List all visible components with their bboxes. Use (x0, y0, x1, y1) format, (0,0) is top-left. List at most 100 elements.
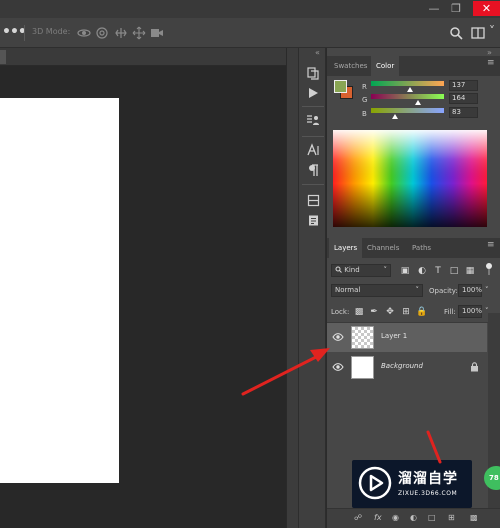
smart-object-filter-icon[interactable]: ▦ (464, 265, 476, 277)
channel-b-slider[interactable] (371, 108, 444, 113)
fill-field[interactable]: 100% (458, 305, 482, 318)
search-icon[interactable] (448, 25, 464, 41)
lock-transparent-icon[interactable]: ▩ (353, 306, 365, 318)
watermark-title: 溜溜自学 (398, 471, 458, 487)
options-bar: ••• 3D Mode: ˅ (0, 18, 500, 48)
foreground-color-swatch[interactable] (334, 80, 347, 93)
character-panel-icon[interactable] (302, 140, 324, 160)
channel-g-slider[interactable] (371, 94, 444, 99)
tab-color[interactable]: Color (371, 56, 400, 76)
watermark-url: ZIXUE.3D66.COM (398, 490, 458, 497)
document-tab[interactable] (0, 50, 6, 64)
slide-3d-icon[interactable] (131, 25, 147, 41)
adjustment-icon[interactable]: ◐ (410, 513, 417, 522)
mask-icon[interactable]: ◉ (392, 513, 399, 522)
layer-name[interactable]: Layer 1 (381, 332, 407, 340)
orbit-3d-icon[interactable] (76, 25, 92, 41)
channel-b-value[interactable]: 83 (449, 107, 478, 118)
fill-label: Fill: (444, 308, 456, 316)
opacity-field[interactable]: 100% (458, 284, 482, 297)
strip-divider (302, 136, 324, 137)
options-separator (24, 25, 25, 41)
strip-divider (302, 106, 324, 107)
channel-g-label: G (362, 96, 368, 104)
layer-filter-value: Kind (344, 266, 360, 274)
canvas-area[interactable] (0, 66, 286, 528)
group-icon[interactable]: □ (428, 513, 436, 522)
minimize-icon[interactable]: — (425, 1, 443, 16)
lock-image-icon[interactable]: ✒ (368, 306, 380, 318)
libraries-panel-icon[interactable] (302, 190, 324, 210)
window-title-bar: — ❐ ✕ (0, 0, 500, 18)
channel-g-thumb[interactable] (414, 100, 421, 105)
type-filter-icon[interactable]: T (432, 265, 444, 277)
pixel-filter-icon[interactable]: ▣ (399, 265, 411, 277)
channel-r-slider[interactable] (371, 81, 444, 86)
layer-row-layer-1[interactable]: Layer 1 (327, 323, 487, 352)
color-spectrum[interactable] (333, 130, 487, 227)
document-canvas[interactable] (0, 98, 119, 483)
scale-3d-video-icon[interactable] (149, 25, 165, 41)
visibility-eye-icon[interactable] (332, 362, 344, 372)
photoshop-window: — ❐ ✕ ••• 3D Mode: ˅ « » Swatches Color … (0, 0, 500, 528)
layer-thumbnail-transparent (351, 326, 374, 349)
tab-layers[interactable]: Layers (329, 238, 363, 258)
layers-panel-tabs: Layers Channels Paths ≡ (327, 238, 500, 258)
shape-filter-icon[interactable]: □ (448, 265, 460, 277)
link-icon[interactable]: ☍ (354, 513, 362, 522)
color-panel-tabs: Swatches Color ≡ (327, 56, 500, 76)
visibility-eye-icon[interactable] (332, 332, 344, 342)
fx-icon[interactable]: fx (374, 513, 382, 522)
opacity-dropdown-icon[interactable]: ˅ (485, 286, 489, 294)
layers-bottom-toolbar: ☍ fx ◉ ◐ □ ⊞ ▩ (327, 508, 500, 528)
restore-icon[interactable]: ❐ (447, 1, 465, 16)
close-icon[interactable]: ✕ (473, 1, 500, 16)
chevron-down-icon: ˅ (383, 266, 388, 274)
right-panel-dock: » Swatches Color ≡ R 137 G 164 B 83 Laye… (327, 48, 500, 528)
properties-panel-icon[interactable] (302, 110, 324, 130)
search-icon (335, 266, 342, 273)
layer-row-background[interactable]: Background (327, 353, 487, 382)
canvas-scrollbar[interactable] (286, 48, 298, 528)
drag-3d-icon[interactable] (113, 25, 129, 41)
lock-label: Lock: (331, 308, 350, 316)
tab-channels[interactable]: Channels (362, 238, 404, 258)
lock-all-icon[interactable]: 🔒 (416, 306, 428, 318)
channel-g-value[interactable]: 164 (449, 93, 478, 104)
layer-thumbnail-white (351, 356, 374, 379)
blend-mode-select[interactable]: Normal ˅ (331, 284, 423, 297)
layers-scrollbar[interactable] (488, 313, 500, 528)
channel-r-label: R (362, 83, 367, 91)
document-tab-strip (0, 48, 298, 66)
roll-3d-icon[interactable] (94, 25, 110, 41)
collapse-chevron-icon[interactable]: « (315, 48, 320, 57)
chevron-down-icon: ˅ (415, 286, 420, 294)
lock-icon (471, 362, 478, 372)
workspace-dropdown-icon[interactable]: ˅ (489, 24, 495, 38)
history-panel-icon[interactable] (302, 63, 324, 83)
filter-toggle-icon[interactable] (484, 262, 494, 276)
more-options-button[interactable]: ••• (2, 24, 27, 40)
play-actions-icon[interactable] (302, 83, 324, 103)
workspace-icon[interactable] (470, 25, 486, 41)
layer-filter-select[interactable]: Kind ˅ (331, 264, 391, 277)
mode-3d-label: 3D Mode: (32, 27, 71, 36)
adjustment-filter-icon[interactable]: ◐ (416, 265, 428, 277)
color-panel: R 137 G 164 B 83 (327, 76, 500, 246)
channel-r-value[interactable]: 137 (449, 80, 478, 91)
trash-icon[interactable]: ▩ (470, 513, 478, 522)
lock-position-icon[interactable]: ✥ (384, 306, 396, 318)
channel-b-thumb[interactable] (391, 114, 398, 119)
paragraph-panel-icon[interactable] (302, 160, 324, 180)
new-layer-icon[interactable]: ⊞ (448, 513, 455, 522)
channel-r-thumb[interactable] (407, 87, 414, 92)
strip-divider (302, 184, 324, 185)
layers-panel-menu-icon[interactable]: ≡ (487, 241, 495, 250)
layer-name[interactable]: Background (381, 362, 423, 370)
lock-artboard-icon[interactable]: ⊞ (400, 306, 412, 318)
tab-swatches[interactable]: Swatches (329, 56, 372, 76)
collapsed-panels-strip: « (298, 48, 326, 528)
color-panel-menu-icon[interactable]: ≡ (487, 59, 495, 68)
notes-panel-icon[interactable] (302, 210, 324, 230)
tab-paths[interactable]: Paths (407, 238, 436, 258)
